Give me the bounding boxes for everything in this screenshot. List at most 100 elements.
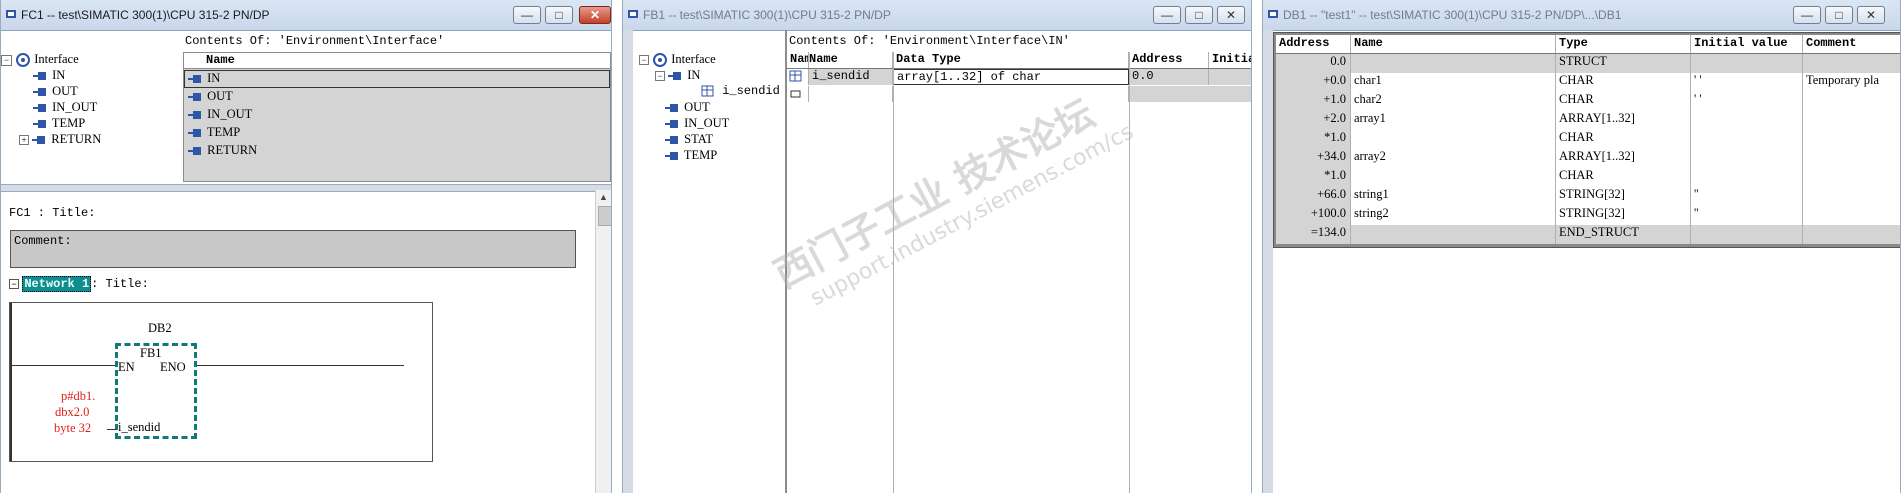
- table-row[interactable]: =134.0 END_STRUCT: [1276, 225, 1900, 244]
- table-row-empty[interactable]: [787, 86, 1251, 102]
- maximize-button[interactable]: □: [1825, 6, 1853, 24]
- cell-name[interactable]: array1: [1351, 111, 1556, 130]
- list-item[interactable]: IN: [184, 70, 610, 88]
- cell-initial-value[interactable]: [1691, 111, 1803, 130]
- close-button[interactable]: ✕: [579, 6, 611, 24]
- close-button[interactable]: ✕: [1857, 6, 1885, 24]
- tree-item-in[interactable]: − IN: [655, 68, 700, 83]
- cell-initial-value[interactable]: [1691, 130, 1803, 149]
- list-item[interactable]: TEMP: [184, 125, 240, 140]
- cell-name[interactable]: string1: [1351, 187, 1556, 206]
- cell-type[interactable]: STRING[32]: [1556, 206, 1691, 225]
- tree-item-interface[interactable]: − Interface: [639, 52, 716, 68]
- scroll-up-icon[interactable]: ▲: [599, 192, 608, 202]
- minimize-button[interactable]: —: [1793, 6, 1821, 24]
- table-row[interactable]: i_sendid array[1..32] of char 0.0: [787, 69, 1251, 85]
- cell-type[interactable]: CHAR: [1556, 73, 1691, 92]
- cell-name[interactable]: [1351, 168, 1556, 187]
- comment-box[interactable]: Comment:: [10, 230, 576, 268]
- cell-comment[interactable]: [1803, 187, 1900, 206]
- cell-initial-value[interactable]: [1691, 54, 1803, 73]
- cell-initial-value[interactable]: '': [1691, 187, 1803, 206]
- list-item[interactable]: RETURN: [184, 143, 257, 158]
- column-header-address[interactable]: Address: [1129, 52, 1209, 68]
- column-header-type[interactable]: Type: [1556, 35, 1691, 53]
- cell-initial[interactable]: [1209, 69, 1251, 85]
- fc1-titlebar[interactable]: FC1 -- test\SIMATIC 300(1)\CPU 315-2 PN/…: [1, 0, 611, 31]
- cell-type[interactable]: STRING[32]: [1556, 187, 1691, 206]
- maximize-button[interactable]: □: [545, 6, 573, 24]
- cell-type[interactable]: STRUCT: [1556, 54, 1691, 73]
- table-row[interactable]: +1.0 char2 CHAR ' ': [1276, 92, 1900, 111]
- cell-comment[interactable]: [1803, 111, 1900, 130]
- fb-call-box[interactable]: FB1 EN ENO i_sendid: [115, 343, 197, 439]
- tree-item-in-out[interactable]: IN_OUT: [665, 116, 729, 131]
- column-header-data-type[interactable]: Data Type: [893, 52, 1129, 68]
- cell-name[interactable]: string2: [1351, 206, 1556, 225]
- vertical-scrollbar[interactable]: ▲: [595, 190, 611, 493]
- cell-initial-value[interactable]: [1691, 149, 1803, 168]
- collapse-icon[interactable]: −: [655, 71, 665, 81]
- column-header-name[interactable]: Name: [787, 52, 809, 68]
- table-row[interactable]: 0.0 STRUCT: [1276, 54, 1900, 73]
- close-button[interactable]: ✕: [1217, 6, 1245, 24]
- cell-initial-value[interactable]: ' ': [1691, 73, 1803, 92]
- cell-initial-value[interactable]: ' ': [1691, 92, 1803, 111]
- table-row[interactable]: *1.0 CHAR: [1276, 168, 1900, 187]
- cell-name[interactable]: [1351, 54, 1556, 73]
- table-row[interactable]: +100.0 string2 STRING[32] '': [1276, 206, 1900, 225]
- tree-item-out[interactable]: OUT: [33, 84, 78, 99]
- cell-name[interactable]: [809, 86, 893, 102]
- minimize-button[interactable]: —: [1153, 6, 1181, 24]
- cell-name[interactable]: char2: [1351, 92, 1556, 111]
- table-row[interactable]: *1.0 CHAR: [1276, 130, 1900, 149]
- tree-item-stat[interactable]: STAT: [665, 132, 713, 147]
- cell-comment[interactable]: Temporary pla: [1803, 73, 1900, 92]
- cell-type[interactable]: ARRAY[1..32]: [1556, 111, 1691, 130]
- cell-initial-value[interactable]: '': [1691, 206, 1803, 225]
- list-item[interactable]: IN_OUT: [184, 107, 252, 122]
- operand-line-2[interactable]: dbx2.0: [55, 405, 89, 420]
- cell-comment[interactable]: [1803, 206, 1900, 225]
- cell-name[interactable]: [1351, 130, 1556, 149]
- table-row[interactable]: +34.0 array2 ARRAY[1..32]: [1276, 149, 1900, 168]
- cell-comment[interactable]: [1803, 168, 1900, 187]
- tree-item-temp[interactable]: TEMP: [665, 148, 717, 163]
- cell-type[interactable]: CHAR: [1556, 130, 1691, 149]
- tree-item-in[interactable]: IN: [33, 68, 65, 83]
- collapse-icon[interactable]: −: [1, 55, 12, 66]
- list-item[interactable]: OUT: [184, 89, 233, 104]
- operand-line-1[interactable]: p#db1.: [61, 389, 95, 404]
- tree-item-in-out[interactable]: IN_OUT: [33, 100, 97, 115]
- fb1-titlebar[interactable]: FB1 -- test\SIMATIC 300(1)\CPU 315-2 PN/…: [623, 0, 1251, 31]
- operand-line-3[interactable]: byte 32: [54, 421, 91, 436]
- cell-type[interactable]: CHAR: [1556, 92, 1691, 111]
- scroll-thumb[interactable]: [598, 206, 611, 226]
- column-header-comment[interactable]: Comment: [1803, 35, 1900, 53]
- tree-item-out[interactable]: OUT: [665, 100, 710, 115]
- tree-item-interface[interactable]: − Interface: [1, 52, 79, 68]
- db1-titlebar[interactable]: DB1 -- "test1" -- test\SIMATIC 300(1)\CP…: [1263, 0, 1900, 31]
- minimize-button[interactable]: —: [513, 6, 541, 24]
- cell-comment[interactable]: [1803, 54, 1900, 73]
- collapse-icon[interactable]: −: [9, 278, 19, 289]
- table-row[interactable]: +0.0 char1 CHAR ' ' Temporary pla: [1276, 73, 1900, 92]
- cell-name[interactable]: i_sendid: [809, 69, 893, 85]
- column-header-address[interactable]: Address: [1276, 35, 1351, 53]
- cell-name[interactable]: char1: [1351, 73, 1556, 92]
- table-row[interactable]: +2.0 array1 ARRAY[1..32]: [1276, 111, 1900, 130]
- cell-comment[interactable]: [1803, 130, 1900, 149]
- network-label[interactable]: Network 1: [22, 276, 92, 292]
- cell-name[interactable]: array2: [1351, 149, 1556, 168]
- column-header-initial-value[interactable]: Initial value: [1691, 35, 1803, 53]
- collapse-icon[interactable]: −: [639, 55, 649, 65]
- tree-item-return[interactable]: + RETURN: [19, 132, 101, 147]
- column-header-name[interactable]: Name: [184, 53, 610, 69]
- cell-comment[interactable]: [1803, 225, 1900, 244]
- tree-item-i-sendid[interactable]: i_sendid: [701, 84, 780, 98]
- cell-type[interactable]: END_STRUCT: [1556, 225, 1691, 244]
- cell-type[interactable]: ARRAY[1..32]: [1556, 149, 1691, 168]
- maximize-button[interactable]: □: [1185, 6, 1213, 24]
- cell-comment[interactable]: [1803, 149, 1900, 168]
- cell-name[interactable]: [1351, 225, 1556, 244]
